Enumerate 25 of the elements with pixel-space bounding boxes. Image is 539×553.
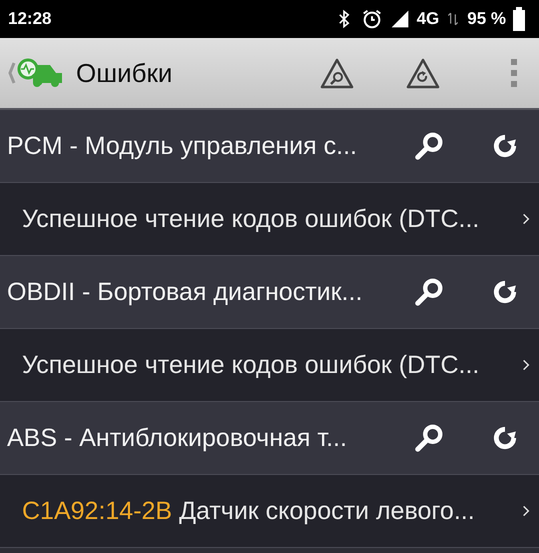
overflow-menu-icon (511, 57, 517, 89)
warning-search-icon (319, 57, 355, 89)
refresh-icon (492, 279, 518, 305)
status-text: Успешное чтение кодов ошибок (DTC... (22, 204, 480, 234)
result-row[interactable]: Успешное чтение кодов ошибок (DTC... (0, 183, 539, 256)
result-row[interactable]: C1A92:14-2B Датчик скорости левого... (0, 475, 539, 548)
clock-time: 12:28 (8, 9, 52, 29)
trouble-code-text: C1A92:14-2B Датчик скорости левого... (22, 496, 476, 526)
screen-title: Ошибки (76, 58, 172, 88)
network-type: 4G (416, 9, 440, 29)
result-row[interactable]: Успешное чтение кодов ошибок (DTC... (0, 329, 539, 402)
warning-refresh-icon (405, 57, 441, 89)
search-icon (414, 277, 444, 307)
battery-level: 95 % (467, 9, 506, 29)
refresh-icon (492, 133, 518, 159)
module-name: ABS - Антиблокировочная т... (7, 424, 348, 452)
battery-icon (513, 7, 525, 31)
module-name: OBDII - Бортовая диагностик... (7, 278, 364, 306)
search-icon (414, 131, 444, 161)
search-icon (414, 423, 444, 453)
refresh-icon (492, 425, 518, 451)
signal-icon (390, 9, 410, 29)
module-name: PCM - Модуль управления с... (7, 132, 358, 160)
alarm-clock-icon (360, 8, 383, 30)
status-text: Успешное чтение кодов ошибок (DTC... (22, 350, 480, 380)
